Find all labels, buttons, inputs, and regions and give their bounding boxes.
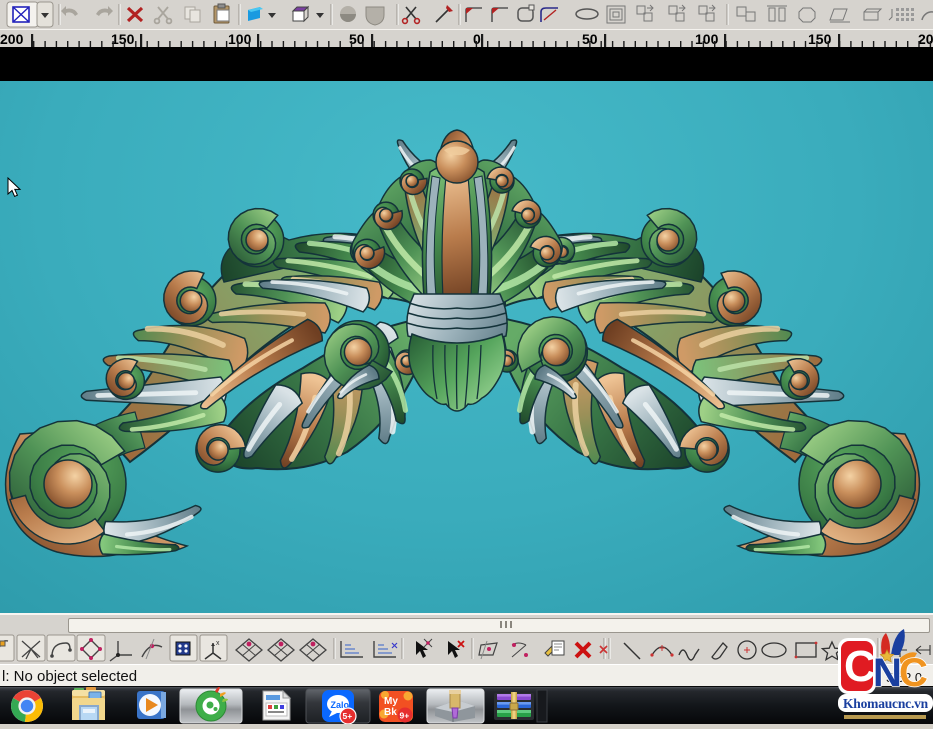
svg-text:Bk: Bk: [384, 707, 397, 718]
svg-text:C: C: [844, 642, 876, 691]
svg-text:9+: 9+: [400, 710, 410, 720]
svg-text:Khomaucnc.vn: Khomaucnc.vn: [843, 696, 929, 711]
svg-text:x: x: [216, 640, 220, 647]
svg-text:My: My: [384, 696, 398, 707]
svg-text:C: C: [899, 651, 928, 695]
svg-text:N: N: [873, 651, 902, 695]
svg-text:5+: 5+: [343, 711, 353, 721]
